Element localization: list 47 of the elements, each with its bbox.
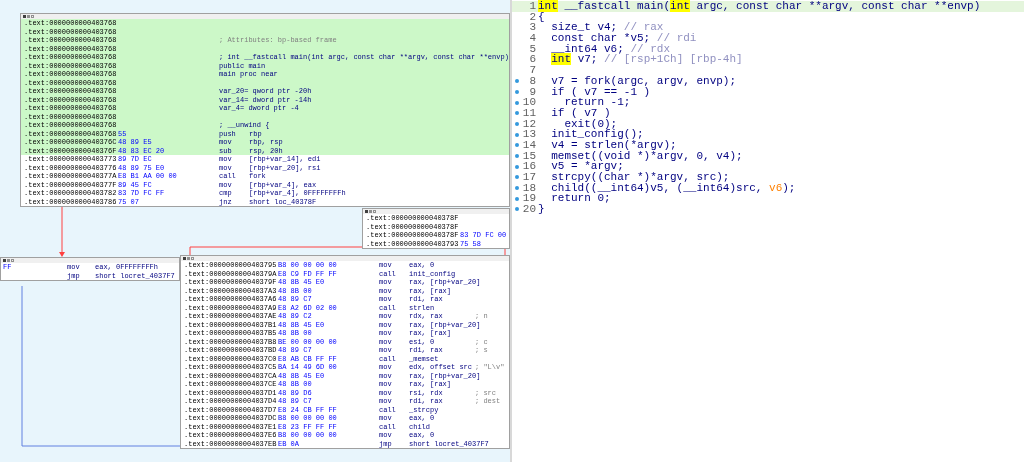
edge-arrow: [58, 204, 66, 257]
code-line: if ( v7 == -1 ): [550, 86, 651, 98]
line-number: 20: [522, 204, 536, 215]
line-number: 6: [528, 54, 536, 66]
code-line: v7 = fork(argc, argv, envp);: [550, 75, 737, 87]
line-number: 19: [522, 193, 536, 205]
code-line: v5 = *argv;: [550, 161, 624, 172]
code-line: child((__int64)v5, (__int64)src, v6);: [550, 182, 796, 194]
line-number: 10: [522, 97, 536, 108]
block-color-icon[interactable]: [365, 210, 368, 213]
line-number: 8: [528, 75, 536, 87]
line-number: 4: [528, 33, 536, 44]
line-number: 2: [528, 11, 536, 23]
code-line: return 0;: [550, 193, 611, 205]
line-number: 1: [528, 1, 536, 12]
block-grid-icon[interactable]: [191, 257, 194, 260]
block-color-icon[interactable]: [23, 15, 26, 18]
code-line: strcpy((char *)*argv, src);: [550, 172, 730, 183]
code-line: int v7; // [rsp+1Ch] [rbp-4h]: [550, 54, 743, 66]
line-number: 16: [522, 161, 536, 172]
line-number: 12: [522, 118, 536, 130]
code-line: const char *v5; // rdi: [550, 33, 697, 44]
line-number: 18: [522, 182, 536, 194]
block-color-icon[interactable]: [3, 259, 6, 262]
line-number: 3: [528, 22, 536, 34]
code-line: size_t v4; // rax: [550, 22, 664, 34]
block-grid-icon[interactable]: [373, 210, 376, 213]
code-line: {: [538, 11, 545, 23]
block-grid-icon[interactable]: [11, 259, 14, 262]
line-number: 7: [528, 65, 536, 76]
line-number: 13: [522, 129, 536, 140]
line-number: 9: [528, 86, 536, 98]
code-line: init_config();: [550, 129, 644, 140]
code-line: memset((void *)*argv, 0, v4);: [550, 150, 743, 162]
block-grid-icon[interactable]: [31, 15, 34, 18]
line-number: 5: [528, 43, 536, 55]
code-line: v4 = strlen(*argv);: [550, 139, 677, 151]
line-number: 17: [522, 172, 536, 183]
block-color-icon[interactable]: [183, 257, 186, 260]
code-line: __int64 v6; // rdx: [550, 43, 671, 55]
code-line: }: [538, 204, 545, 215]
line-number: 11: [522, 107, 536, 119]
code-line: exit(0);: [564, 118, 618, 130]
line-number: 15: [522, 150, 536, 162]
code-line: return -1;: [564, 97, 631, 108]
line-number: 14: [522, 139, 536, 151]
code-line: if ( v7 ): [550, 107, 611, 119]
